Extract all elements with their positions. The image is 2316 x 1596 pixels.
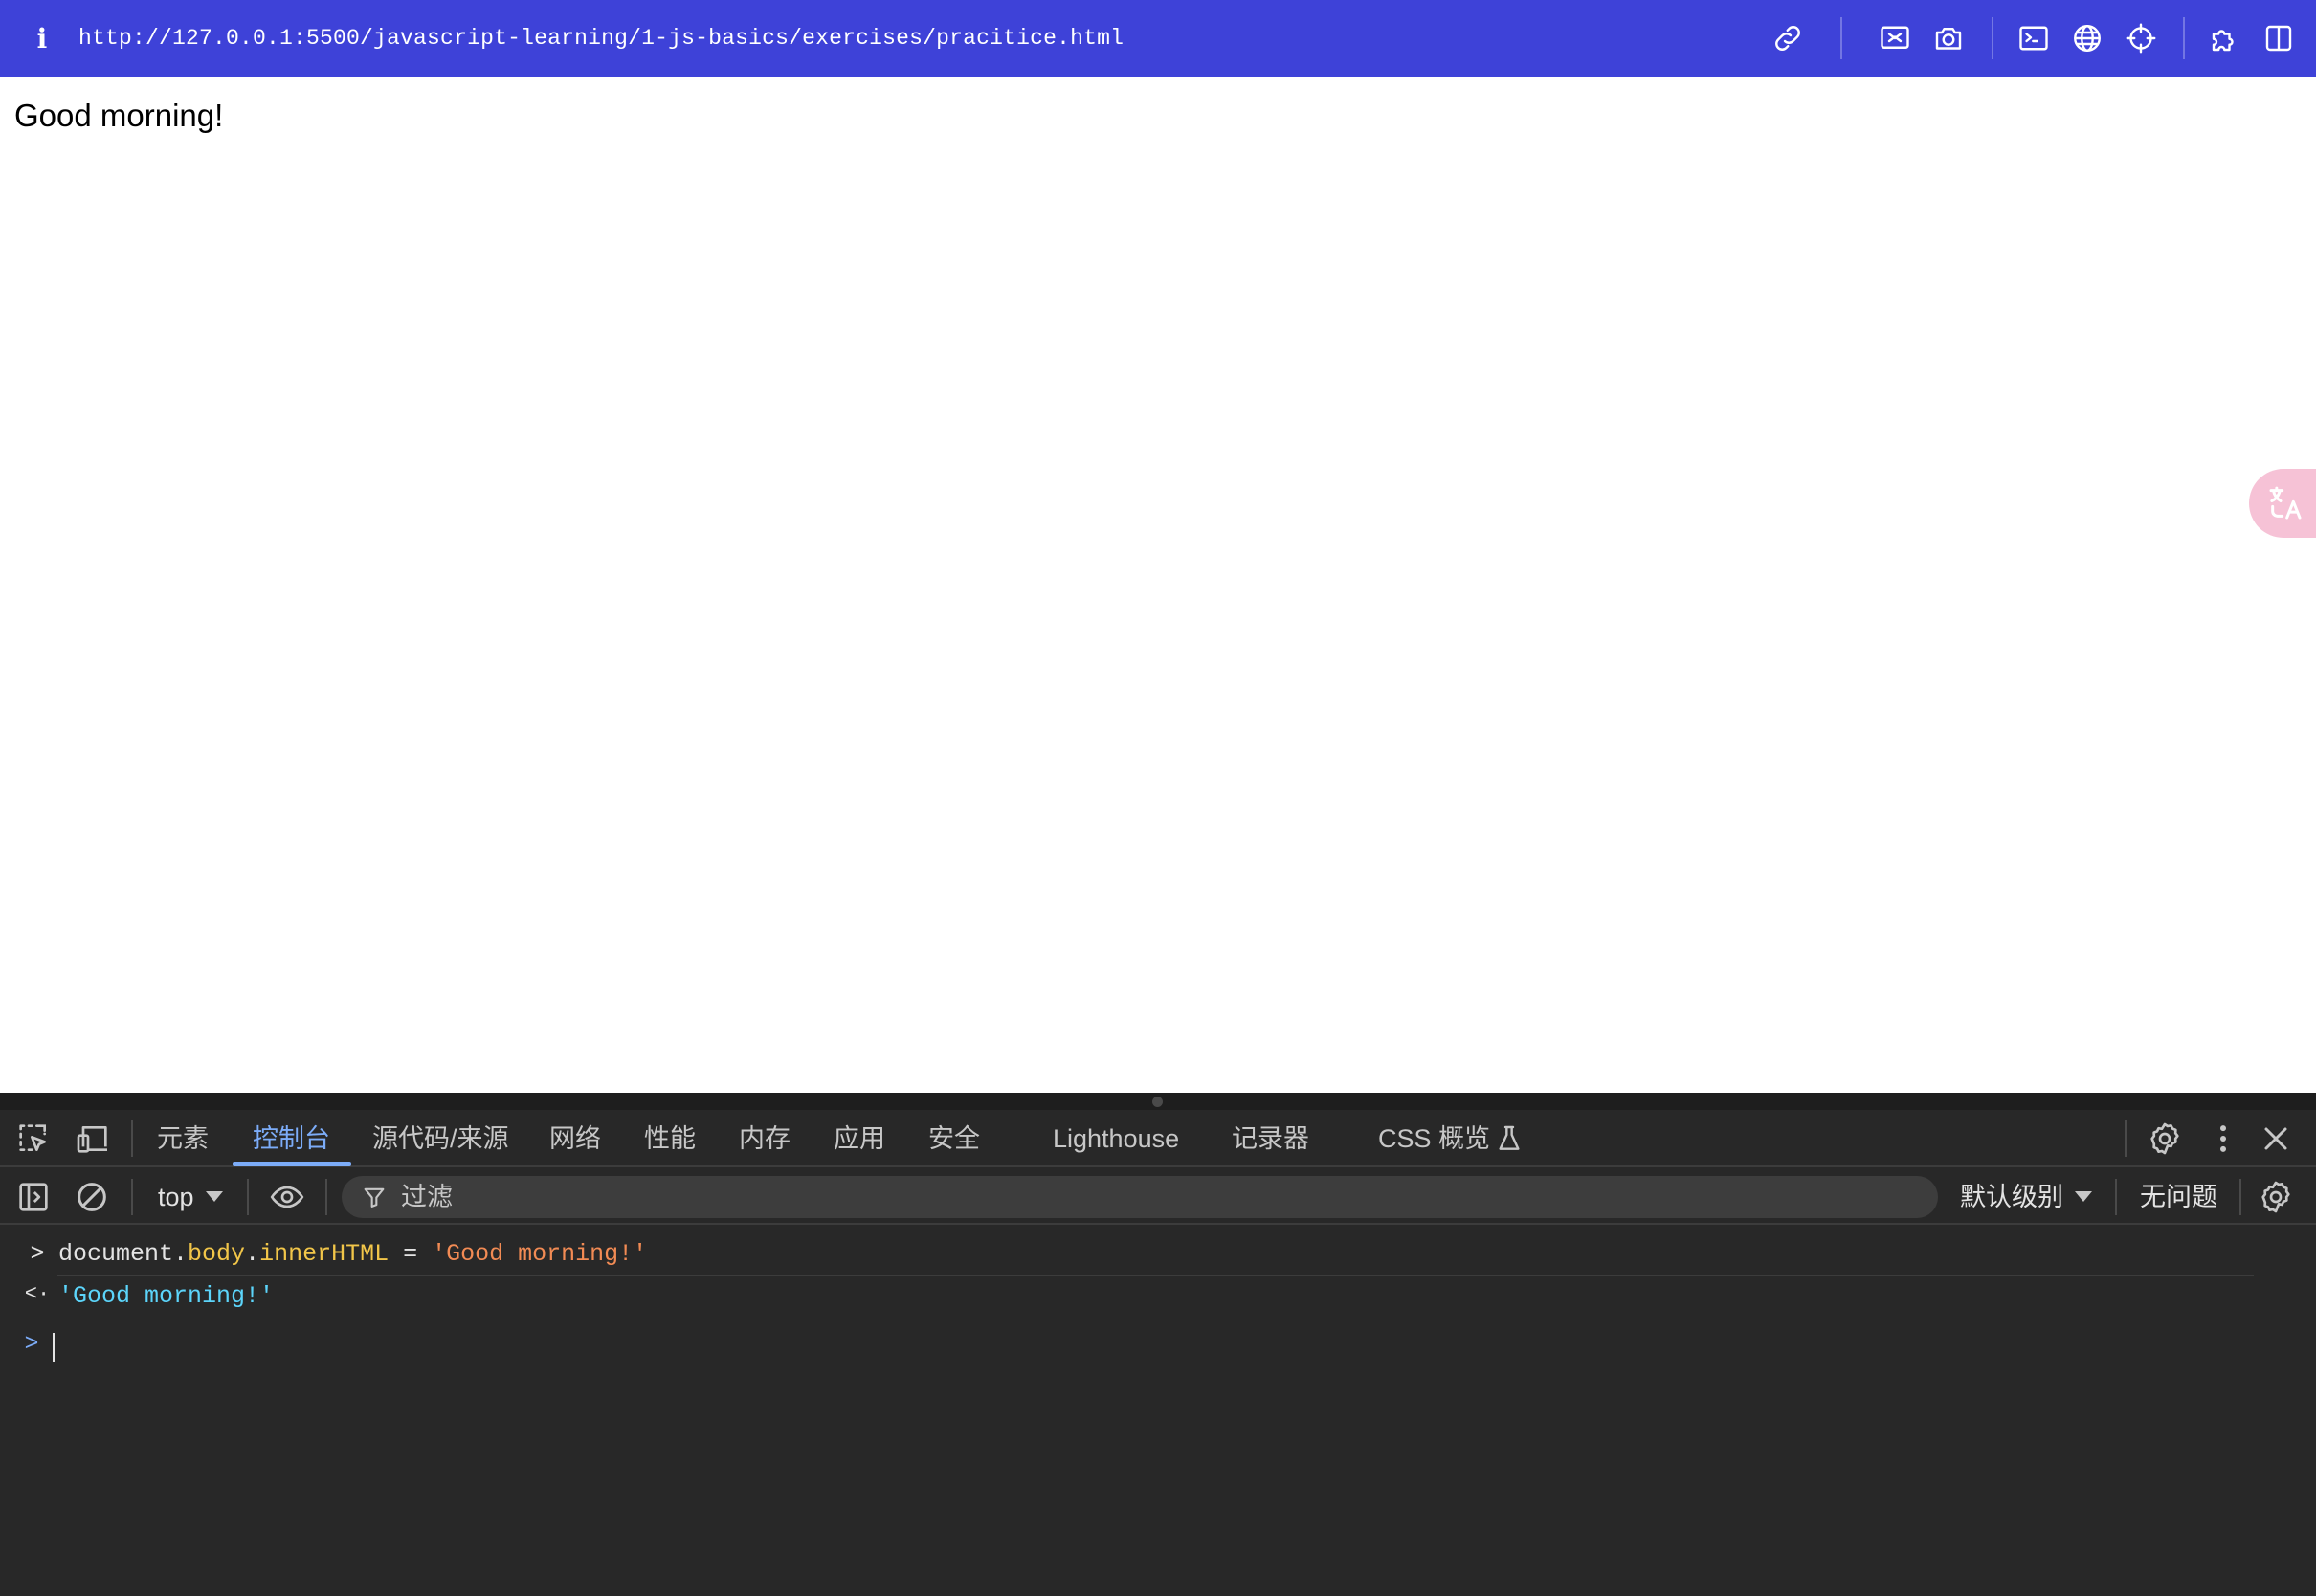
tab-bar-divider: [131, 1120, 133, 1157]
toolbar-divider: [131, 1179, 133, 1215]
result-chevron-icon: <·: [24, 1282, 51, 1306]
log-level-value: 默认级别: [1960, 1183, 2063, 1211]
console-result-entry: <· 'Good morning!': [0, 1282, 2316, 1315]
active-tab-indicator: [233, 1162, 351, 1166]
address-bar: i http://127.0.0.1:5500/javascript-learn…: [0, 0, 2316, 77]
devtools-tab-bar: 元素 控制台 源代码/来源 网络 性能 内存 应用 安全 Lighthouse …: [0, 1110, 2316, 1167]
tab-bar-divider: [2125, 1120, 2127, 1157]
crosshair-icon[interactable]: [2124, 21, 2158, 55]
text-cursor: [53, 1333, 55, 1362]
split-view-icon[interactable]: [2261, 21, 2296, 55]
code-token: .: [245, 1240, 260, 1268]
close-icon[interactable]: [2257, 1119, 2295, 1158]
tab-elements[interactable]: 元素: [157, 1110, 209, 1167]
link-icon[interactable]: [1770, 21, 1805, 55]
terminal-icon[interactable]: [2016, 21, 2051, 55]
translate-icon: [2269, 486, 2302, 520]
live-expression-eye-icon[interactable]: [268, 1178, 306, 1216]
page-body-text: Good morning!: [14, 98, 224, 133]
camera-icon[interactable]: [1931, 21, 1966, 55]
toolbar-divider: [2115, 1179, 2117, 1215]
console-toolbar: top 默认级别 无问题: [0, 1169, 2316, 1225]
inspect-element-icon[interactable]: [14, 1119, 53, 1158]
translate-button[interactable]: [2249, 469, 2316, 538]
tab-lighthouse[interactable]: Lighthouse: [1053, 1110, 1179, 1167]
extension-icon[interactable]: [2208, 21, 2242, 55]
tab-css-overview[interactable]: CSS 概览: [1378, 1110, 1490, 1167]
toolbar-divider: [247, 1179, 249, 1215]
console-settings-gear-icon[interactable]: [2257, 1178, 2295, 1216]
chevron-down-icon: [205, 1191, 223, 1203]
context-selector-value: top: [158, 1183, 194, 1211]
devtools-panel: 元素 控制台 源代码/来源 网络 性能 内存 应用 安全 Lighthouse …: [0, 1093, 2316, 1596]
code-token: innerHTML: [259, 1240, 390, 1268]
console-prompt[interactable]: >: [0, 1330, 2316, 1363]
screen-share-icon[interactable]: [1878, 21, 1912, 55]
toolbar-divider: [1992, 17, 1993, 59]
code-token: 'Good morning!': [432, 1240, 648, 1268]
console-input-code: document.body.innerHTML = 'Good morning!…: [58, 1240, 647, 1268]
tab-sources[interactable]: 源代码/来源: [372, 1110, 509, 1167]
issues-counter[interactable]: 无问题: [2140, 1169, 2217, 1225]
tab-security[interactable]: 安全: [928, 1110, 980, 1167]
device-toolbar-icon[interactable]: [74, 1119, 112, 1158]
settings-gear-icon[interactable]: [2146, 1119, 2184, 1158]
code-token: body: [188, 1240, 246, 1268]
tab-console[interactable]: 控制台: [253, 1110, 330, 1167]
context-selector[interactable]: top: [158, 1169, 223, 1225]
chevron-down-icon: [2075, 1191, 2092, 1203]
prompt-chevron-icon: >: [24, 1330, 39, 1358]
toolbar-divider: [2183, 17, 2185, 59]
url-text[interactable]: http://127.0.0.1:5500/javascript-learnin…: [78, 26, 1124, 51]
resize-grip: [1152, 1097, 1163, 1107]
browser-window: i http://127.0.0.1:5500/javascript-learn…: [0, 0, 2316, 1596]
tab-memory[interactable]: 内存: [739, 1110, 791, 1167]
experiment-flask-icon: [1494, 1123, 1525, 1154]
input-chevron-icon: >: [30, 1240, 45, 1268]
sidebar-toggle-icon[interactable]: [14, 1178, 53, 1216]
more-options-icon[interactable]: [2204, 1119, 2242, 1158]
tab-recorder[interactable]: 记录器: [1232, 1110, 1309, 1167]
site-info-icon[interactable]: i: [29, 23, 56, 55]
code-token: =: [389, 1240, 433, 1268]
log-level-selector[interactable]: 默认级别: [1960, 1169, 2092, 1225]
filter-input[interactable]: [401, 1176, 1913, 1218]
entry-divider: [57, 1275, 2254, 1276]
tab-network[interactable]: 网络: [549, 1110, 601, 1167]
code-token: document: [58, 1240, 174, 1268]
console-output[interactable]: > document.body.innerHTML = 'Good mornin…: [0, 1227, 2316, 1596]
toolbar-divider: [1840, 17, 1842, 59]
globe-icon[interactable]: [2070, 21, 2104, 55]
code-token: .: [173, 1240, 189, 1268]
console-result-value[interactable]: 'Good morning!': [58, 1282, 274, 1310]
tab-application[interactable]: 应用: [834, 1110, 885, 1167]
console-filter: [342, 1176, 1938, 1218]
console-input-entry: > document.body.innerHTML = 'Good mornin…: [0, 1240, 2316, 1273]
toolbar-divider: [2239, 1179, 2241, 1215]
devtools-resize-handle[interactable]: [0, 1093, 2316, 1110]
clear-console-icon[interactable]: [73, 1178, 111, 1216]
page-viewport: Good morning!: [0, 77, 2316, 1093]
filter-icon: [364, 1187, 385, 1208]
toolbar-divider: [325, 1179, 327, 1215]
tab-performance[interactable]: 性能: [644, 1110, 696, 1167]
